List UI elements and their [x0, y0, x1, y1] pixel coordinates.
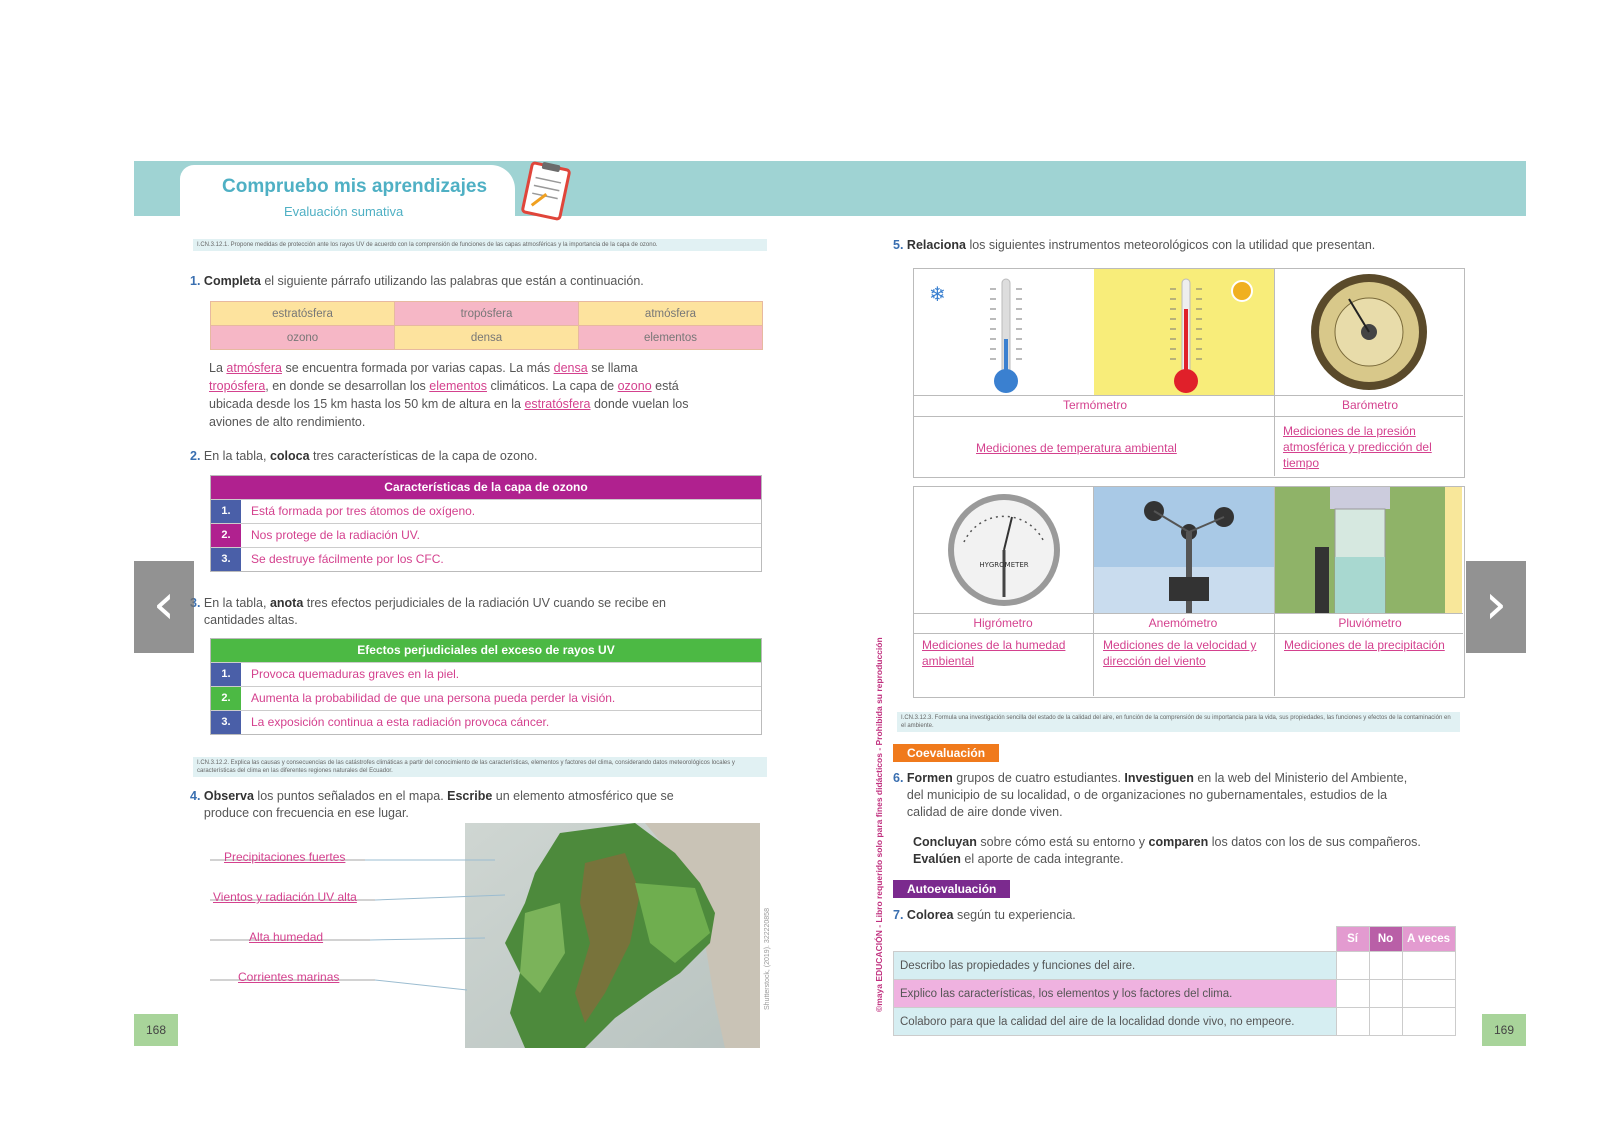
- word-cell: densa: [394, 325, 579, 350]
- question-7-prompt: 7. Colorea según tu experiencia.: [893, 908, 1076, 922]
- next-page-button[interactable]: ›: [1466, 561, 1526, 653]
- question-6-followup: Concluyan sobre cómo está su entorno y c…: [913, 835, 1421, 866]
- checkbox-cell[interactable]: [1368, 951, 1403, 980]
- map-label: Precipitaciones fuertes: [224, 850, 346, 864]
- word-cell: ozono: [210, 325, 395, 350]
- question-6-prompt: 6. Formen grupos de cuatro estudiantes. …: [893, 771, 1408, 819]
- table-row: Aumenta la probabilidad de que una perso…: [251, 691, 616, 705]
- instrument-use: Mediciones de temperatura ambiental: [976, 441, 1177, 455]
- divider: [1274, 268, 1275, 476]
- word-bank-table: estratósfera tropósfera atmósfera ozono …: [210, 301, 763, 350]
- checkbox-cell[interactable]: [1335, 951, 1370, 980]
- checkbox-cell[interactable]: [1401, 979, 1456, 1008]
- hygrometer-dial-label: HYGROMETER: [979, 561, 1028, 569]
- ozone-table: Características de la capa de ozono 1. Es…: [210, 475, 762, 572]
- self-assessment-row: Colaboro para que la calidad del aire de…: [893, 1007, 1337, 1036]
- word-cell: tropósfera: [394, 301, 579, 326]
- instrument-use: Mediciones de la velocidad y dirección d…: [1103, 638, 1257, 668]
- uv-effects-table: Efectos perjudiciales del exceso de rayo…: [210, 638, 762, 735]
- chevron-right-icon: ›: [1484, 572, 1508, 637]
- table-row: La exposición continua a esta radiación …: [251, 715, 550, 729]
- checkbox-cell[interactable]: [1335, 1007, 1370, 1036]
- coevaluation-tag: Coevaluación: [893, 744, 1000, 762]
- divider: [913, 395, 1463, 396]
- question-5-prompt: 5. Relaciona los siguientes instrumentos…: [893, 238, 1376, 252]
- divider: [913, 633, 1463, 634]
- question-1-prompt: 1. Completa el siguiente párrafo utiliza…: [190, 274, 644, 288]
- divider: [1274, 486, 1275, 696]
- instrument-use: Mediciones de la presión atmosférica y p…: [1283, 424, 1432, 470]
- table-row: Se destruye fácilmente por los CFC.: [251, 552, 444, 566]
- divider: [913, 613, 1463, 614]
- page-title: Compruebo mis aprendizajes: [222, 176, 488, 197]
- prev-page-button[interactable]: ‹: [134, 561, 194, 653]
- cold-thermometer-image: ❄: [914, 269, 1094, 395]
- question-4-prompt: 4. Observa los puntos señalados en el ma…: [190, 789, 674, 820]
- ozone-table-header: Características de la capa de ozono: [211, 476, 761, 499]
- svg-text:❄: ❄: [929, 282, 946, 306]
- page-subtitle: Evaluación sumativa: [284, 204, 404, 219]
- word-cell: atmósfera: [578, 301, 763, 326]
- hygrometer-image: HYGROMETER: [914, 487, 1094, 613]
- divider: [913, 416, 1463, 417]
- table-row: Provoca quemaduras graves en la piel.: [251, 667, 460, 681]
- image-credit: Shutterstock, (2019). 322220858: [764, 908, 771, 1010]
- instrument-use: Mediciones de la precipitación: [1284, 638, 1445, 652]
- chevron-left-icon: ‹: [152, 572, 176, 637]
- question-3-prompt: 3. En la tabla, anota tres efectos perju…: [190, 596, 666, 627]
- pluviometer-image: [1275, 487, 1462, 613]
- checkbox-cell[interactable]: [1368, 979, 1403, 1008]
- map-label: Corrientes marinas: [238, 970, 340, 984]
- instrument-use: Mediciones de la humedad ambiental: [922, 638, 1066, 668]
- word-cell: estratósfera: [210, 301, 395, 326]
- criterion-3: I.CN.3.12.3. Formula una investigación s…: [897, 712, 1460, 732]
- autoevaluation-tag: Autoevaluación: [893, 880, 1011, 898]
- instrument-name: Pluviómetro: [1338, 616, 1402, 630]
- page-number-right: 169: [1482, 1014, 1526, 1046]
- table-row: Está formada por tres átomos de oxígeno.: [251, 504, 476, 518]
- column-header: No: [1368, 926, 1403, 952]
- hot-thermometer-image: [1094, 269, 1274, 395]
- question-2-prompt: 2. En la tabla, coloca tres característi…: [190, 449, 538, 463]
- instrument-name: Barómetro: [1341, 398, 1399, 412]
- checkbox-cell[interactable]: [1401, 1007, 1456, 1036]
- self-assessment-table: Sí No A veces Describo las propiedades y…: [893, 926, 1456, 1036]
- instrument-name: Higrómetro: [973, 616, 1033, 630]
- divider: [1093, 486, 1094, 696]
- column-header: A veces: [1401, 926, 1456, 952]
- anemometer-image: [1094, 487, 1274, 613]
- clipboard-icon: [521, 161, 571, 221]
- completed-paragraph: La atmósfera se encuentra formada por va…: [209, 361, 689, 429]
- criterion-2: I.CN.3.12.2. Explica las causas y consec…: [193, 757, 767, 777]
- copyright-side-text: ©maya EDUCACIÓN - Libro requerido solo p…: [874, 637, 884, 1012]
- word-cell: elementos: [578, 325, 763, 350]
- barometer-image: [1275, 269, 1462, 395]
- self-assessment-row: Explico las características, los element…: [893, 979, 1337, 1008]
- self-assessment-row: Describo las propiedades y funciones del…: [893, 951, 1337, 980]
- column-header: Sí: [1335, 926, 1370, 952]
- table-row: Nos protege de la radiación UV.: [251, 528, 420, 542]
- map-label: Alta humedad: [249, 930, 324, 944]
- checkbox-cell[interactable]: [1335, 979, 1370, 1008]
- uv-table-header: Efectos perjudiciales del exceso de rayo…: [211, 639, 761, 662]
- map-label: Vientos y radiación UV alta: [213, 890, 357, 904]
- criterion-1: I.CN.3.12.1. Propone medidas de protecci…: [193, 239, 767, 251]
- instrument-name: Termómetro: [1062, 398, 1127, 412]
- instrument-name: Anemómetro: [1148, 616, 1218, 630]
- checkbox-cell[interactable]: [1401, 951, 1456, 980]
- checkbox-cell[interactable]: [1368, 1007, 1403, 1036]
- page-number-left: 168: [134, 1014, 178, 1046]
